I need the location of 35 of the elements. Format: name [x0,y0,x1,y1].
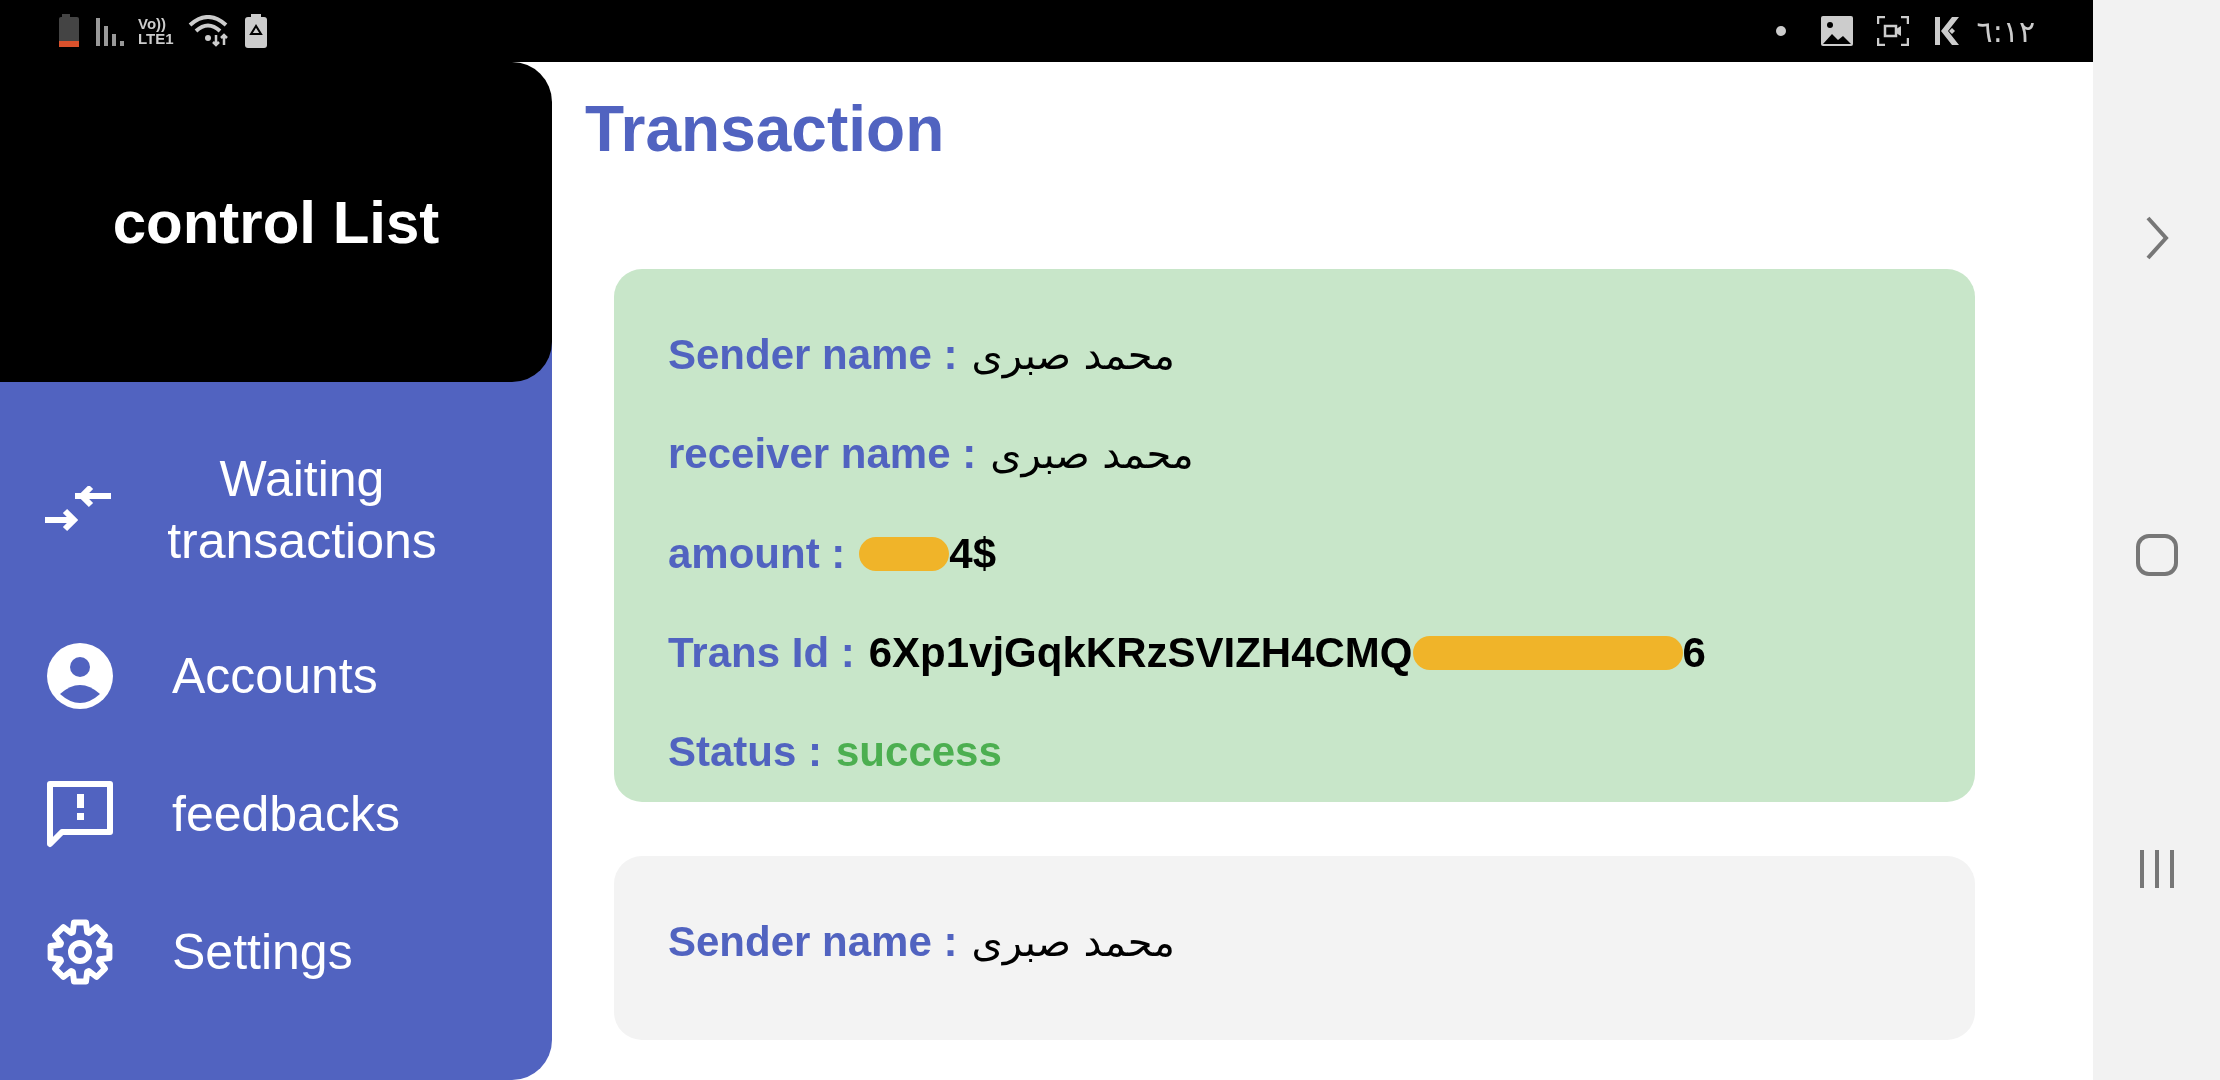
picture-icon [1820,16,1853,46]
recents-icon[interactable] [2137,848,2176,890]
screen-record-icon [1876,16,1909,46]
chevron-right-icon[interactable] [2144,215,2169,261]
drawer-item[interactable]: Accounts [0,641,552,711]
recycle-battery-icon [243,14,268,48]
field-label: Status : [668,728,822,777]
status-value: success [836,728,1002,777]
volte-label: Vo)) [138,16,168,31]
drawer-item[interactable]: feedbacks [0,779,552,849]
page-title: Transaction [585,92,946,167]
drawer-item[interactable]: Waiting transactions [0,447,552,573]
field-label: Sender name : [668,330,958,379]
dot-icon [1774,25,1787,37]
field-label: amount : [668,529,846,578]
signal-icon [96,16,124,46]
drawer-title: control List [112,187,440,257]
drawer-item[interactable]: Settings [0,917,552,987]
network-label: LTE1 [138,31,174,46]
name-value: محمد صبرى [971,331,1175,378]
home-icon[interactable] [2134,532,2179,577]
wifi-icon [187,15,230,47]
battery-icon [58,14,82,48]
clock-text: ٦:١٢ [1976,13,2035,49]
account-icon [46,642,114,710]
amount-value: 6 [1682,628,1706,677]
name-value: محمد صبرى [971,919,1175,965]
amount-value: 4$ [949,529,997,578]
settings-icon [46,918,114,986]
feedback-icon [46,780,114,848]
field-label: Trans Id : [668,628,855,677]
field-label: receiver name : [668,430,977,479]
id-value: 6Xp1vjGqkKRzSVIZH4CMQ [868,628,1413,677]
name-value: محمد صبرى [990,431,1194,478]
field-label: Sender name : [668,918,958,966]
